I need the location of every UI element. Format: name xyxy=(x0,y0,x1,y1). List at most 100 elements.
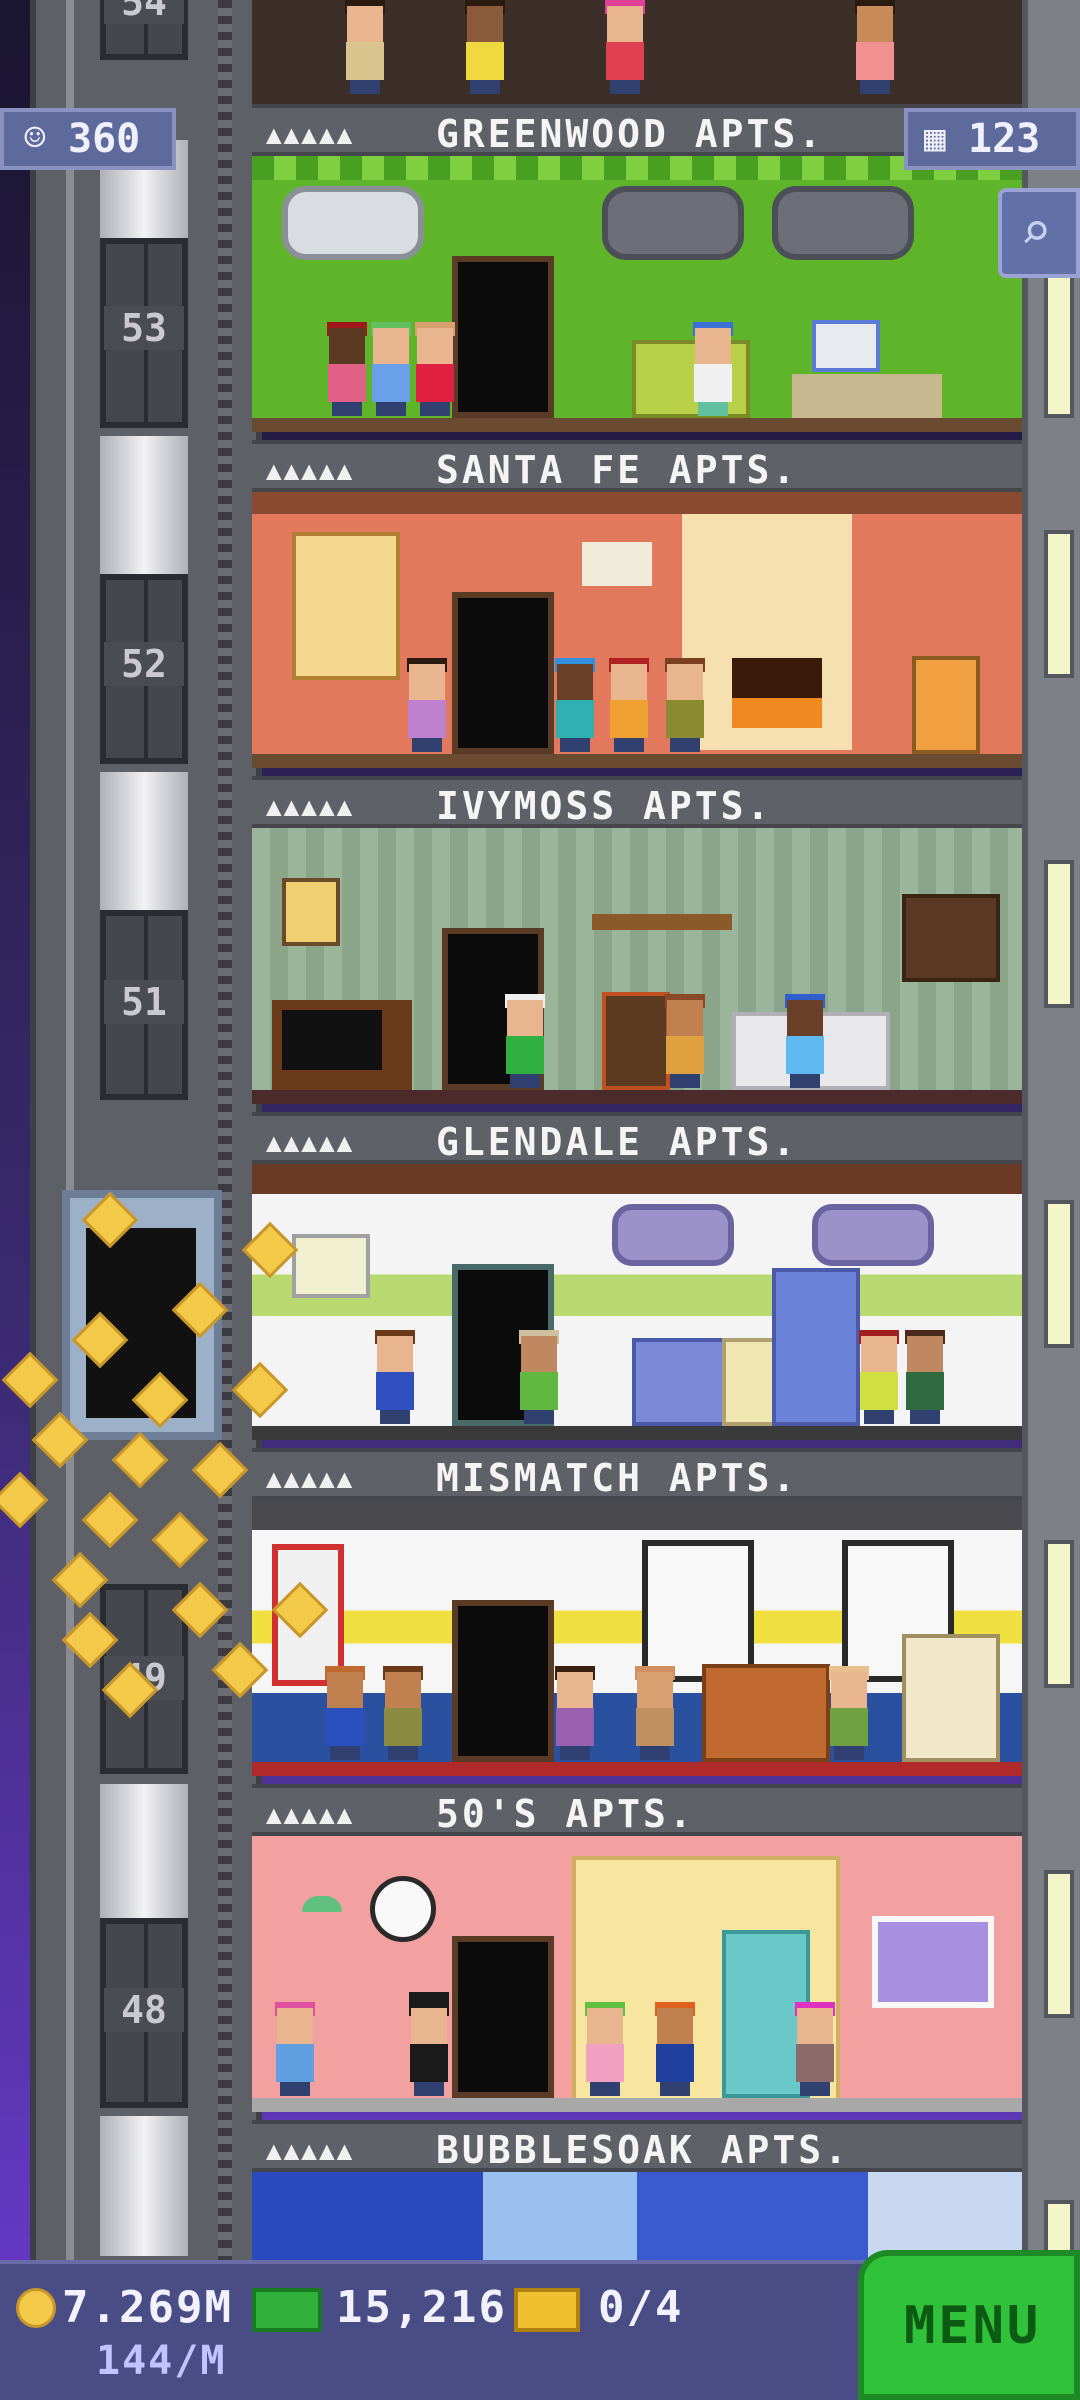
floor-number-48: 48 xyxy=(104,1988,184,2032)
menu-label: MENU xyxy=(904,2296,1042,2356)
desk xyxy=(792,374,942,418)
floor-sign: ▲▲▲▲▲ BUBBLESOAK APTS. xyxy=(252,2120,1022,2172)
resident[interactable] xyxy=(552,1666,598,1760)
apartment-door[interactable] xyxy=(452,1600,554,1762)
rating-pips: ▲▲▲▲▲ xyxy=(266,792,355,822)
tickets-value: 0/4 xyxy=(598,2282,684,2333)
floors-icon: ▦ xyxy=(924,118,946,159)
floor-santa-fe[interactable]: ▲▲▲▲▲ SANTA FE APTS. xyxy=(252,440,1022,776)
resident[interactable] xyxy=(324,322,370,416)
floor-name: MISMATCH APTS. xyxy=(436,1456,799,1500)
shaft-rail-left xyxy=(66,0,74,2260)
stove xyxy=(632,1338,730,1426)
resident[interactable] xyxy=(662,994,708,1088)
search-icon: ⌕ xyxy=(1020,202,1052,262)
floor-mismatch[interactable]: ▲▲▲▲▲ MISMATCH APTS. xyxy=(252,1448,1022,1784)
tower-right-wall xyxy=(1022,0,1080,2260)
resident[interactable] xyxy=(406,1992,452,2096)
coins-rate: 144/M xyxy=(96,2338,227,2384)
resident[interactable] xyxy=(552,658,598,752)
resident[interactable] xyxy=(782,994,828,1088)
shaft-gap xyxy=(100,436,188,576)
resident[interactable] xyxy=(690,322,736,416)
resident[interactable] xyxy=(652,2002,698,2096)
apartment-door[interactable] xyxy=(452,256,554,418)
rating-pips: ▲▲▲▲▲ xyxy=(266,1800,355,1830)
resident[interactable] xyxy=(368,322,414,416)
resident[interactable] xyxy=(462,0,508,94)
ceiling-lights xyxy=(252,1500,1022,1530)
floor-sign: ▲▲▲▲▲ 50'S APTS. xyxy=(252,1784,1022,1836)
wood-window xyxy=(902,894,1000,982)
resident[interactable] xyxy=(342,0,388,94)
room-50s[interactable] xyxy=(252,1836,1022,2112)
floor-ground xyxy=(252,2098,1022,2112)
bux-value: 15,216 xyxy=(336,2282,507,2333)
population-badge[interactable]: ☺ 360 xyxy=(0,108,176,170)
wall-rug xyxy=(292,532,400,680)
resident[interactable] xyxy=(632,1666,678,1760)
resident[interactable] xyxy=(582,2002,628,2096)
resident[interactable] xyxy=(856,1330,902,1424)
floor-54-room[interactable] xyxy=(252,0,1022,108)
floor-number-51: 51 xyxy=(104,980,184,1024)
resident[interactable] xyxy=(826,1666,872,1760)
floor-sign: ▲▲▲▲▲ SANTA FE APTS. xyxy=(252,440,1022,492)
fridge xyxy=(772,1268,860,1426)
floor-number-52: 52 xyxy=(104,642,184,686)
window-frame xyxy=(282,186,424,260)
ceiling-beam xyxy=(252,492,1022,514)
fire xyxy=(732,658,822,728)
resident[interactable] xyxy=(602,0,648,94)
floor-name: GLENDALE APTS. xyxy=(436,1120,799,1164)
resident[interactable] xyxy=(372,1330,418,1424)
kitchen-window xyxy=(872,1916,994,2008)
apartment-door[interactable] xyxy=(452,592,554,754)
resident[interactable] xyxy=(852,0,898,94)
resident[interactable] xyxy=(902,1330,948,1424)
floor-ivymoss[interactable]: ▲▲▲▲▲ IVYMOSS APTS. xyxy=(252,776,1022,1112)
resident[interactable] xyxy=(412,322,458,416)
resident[interactable] xyxy=(272,2002,318,2096)
rating-pips: ▲▲▲▲▲ xyxy=(266,1128,355,1158)
search-button[interactable]: ⌕ xyxy=(998,188,1080,278)
room-ivymoss[interactable] xyxy=(252,828,1022,1104)
floor-glendale[interactable]: ▲▲▲▲▲ GLENDALE APTS. xyxy=(252,1112,1022,1448)
menu-button[interactable]: MENU xyxy=(858,2250,1080,2400)
resident[interactable] xyxy=(662,658,708,752)
picture-frame xyxy=(292,1234,370,1298)
resident[interactable] xyxy=(516,1330,562,1424)
resident[interactable] xyxy=(322,1666,368,1760)
floor-number-54: 54 xyxy=(104,0,184,24)
floor-50s[interactable]: ▲▲▲▲▲ 50'S APTS. xyxy=(252,1784,1022,2120)
floor-name: 50'S APTS. xyxy=(436,1792,695,1836)
floor-ground xyxy=(252,1426,1022,1440)
room-glendale[interactable] xyxy=(252,1164,1022,1440)
resident[interactable] xyxy=(792,2002,838,2096)
coin-icon xyxy=(16,2288,56,2328)
computer-monitor xyxy=(812,320,880,372)
resident[interactable] xyxy=(606,658,652,752)
hanging-lamp xyxy=(302,1896,342,1912)
arcade-machine xyxy=(902,1634,1000,1762)
window xyxy=(1044,1540,1074,1688)
window-frame xyxy=(602,186,744,260)
floor-name: IVYMOSS APTS. xyxy=(436,784,773,828)
resident[interactable] xyxy=(502,994,548,1088)
floor-bubblesoak[interactable]: ▲▲▲▲▲ BUBBLESOAK APTS. xyxy=(252,2120,1022,2260)
room-santa-fe[interactable] xyxy=(252,492,1022,768)
floor-ground xyxy=(252,754,1022,768)
resident[interactable] xyxy=(380,1666,426,1760)
floor-ground xyxy=(252,1090,1022,1104)
room-bubblesoak[interactable] xyxy=(252,2172,1022,2260)
floor-name: GREENWOOD APTS. xyxy=(436,112,825,156)
resident[interactable] xyxy=(404,658,450,752)
floors-badge[interactable]: ▦ 123 xyxy=(904,108,1080,170)
floor-name: BUBBLESOAK APTS. xyxy=(436,2128,851,2172)
floor-ground xyxy=(252,418,1022,432)
room-mismatch[interactable] xyxy=(252,1500,1022,1776)
shaft-gap xyxy=(100,772,188,912)
room-greenwood[interactable] xyxy=(252,156,1022,432)
apartment-door[interactable] xyxy=(452,1936,554,2098)
wall-clock xyxy=(370,1876,436,1942)
